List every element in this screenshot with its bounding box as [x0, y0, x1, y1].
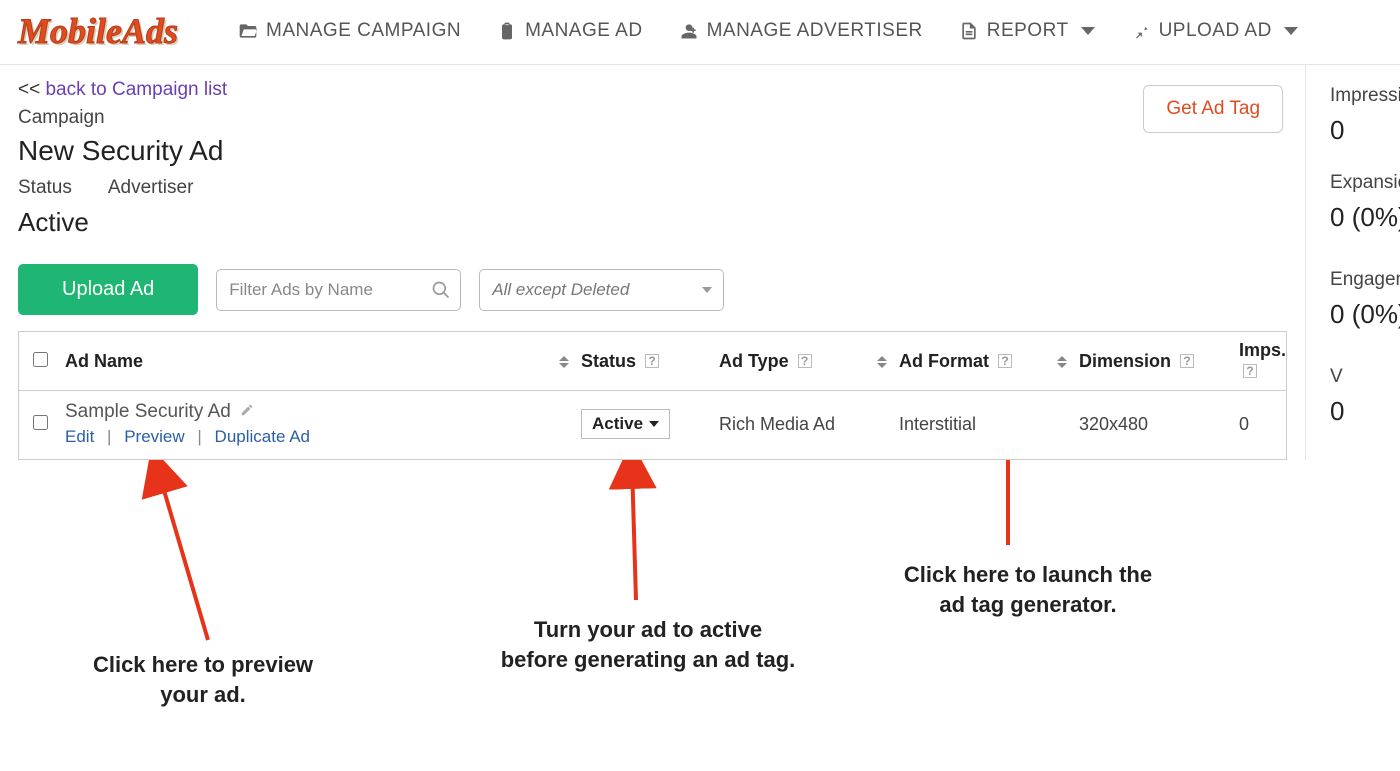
filter-wrap	[216, 269, 461, 311]
row-actions: Edit | Preview | Duplicate Ad	[65, 427, 581, 447]
user-plus-icon	[679, 21, 699, 41]
annotations: Click here to preview your ad. Turn your…	[0, 460, 1400, 760]
expansion-label: Expansion	[1330, 172, 1400, 194]
sort-icon[interactable]	[877, 356, 887, 368]
engagement-label: Engagement	[1330, 269, 1400, 291]
callout-tag: Click here to launch the ad tag generato…	[878, 560, 1178, 619]
filter-select[interactable]: All except Deleted	[479, 269, 724, 311]
table-header: Ad Name Status ? Ad Type ? Ad Format ?	[19, 332, 1286, 391]
clipboard-icon	[497, 21, 517, 41]
status-dropdown[interactable]: Active	[581, 409, 670, 439]
get-ad-tag-button[interactable]: Get Ad Tag	[1143, 85, 1283, 133]
pin-icon	[1131, 21, 1151, 41]
extra-metric-value: 0	[1330, 396, 1350, 427]
main-nav: MANAGE CAMPAIGN MANAGE AD MANAGE ADVERTI…	[238, 20, 1382, 42]
pencil-icon[interactable]	[240, 403, 254, 417]
edit-link[interactable]: Edit	[65, 427, 94, 446]
nav-manage-ad[interactable]: MANAGE AD	[497, 20, 642, 42]
help-icon[interactable]: ?	[1180, 354, 1194, 368]
impressions-value: 0	[1330, 115, 1400, 146]
cell-type: Rich Media Ad	[719, 414, 899, 435]
nav-report[interactable]: REPORT	[959, 20, 1095, 42]
nav-manage-advertiser[interactable]: MANAGE ADVERTISER	[679, 20, 923, 42]
engagement-value: 0 (0%)	[1330, 299, 1400, 330]
campaign-label: Campaign	[18, 107, 1287, 129]
cell-format: Interstitial	[899, 414, 1079, 435]
help-icon[interactable]: ?	[645, 354, 659, 368]
nav-upload-ad[interactable]: UPLOAD AD	[1131, 20, 1298, 42]
help-icon[interactable]: ?	[998, 354, 1012, 368]
campaign-panel: << back to Campaign list Campaign New Se…	[0, 65, 1306, 460]
filter-input[interactable]	[216, 269, 461, 311]
chevron-down-icon	[649, 421, 659, 427]
chevron-down-icon	[1284, 27, 1298, 35]
sort-icon[interactable]	[1057, 356, 1067, 368]
folder-open-icon	[238, 21, 258, 41]
ads-table: Ad Name Status ? Ad Type ? Ad Format ?	[18, 331, 1287, 460]
advertiser-label: Advertiser	[108, 177, 194, 199]
preview-link[interactable]: Preview	[124, 427, 184, 446]
select-all-checkbox[interactable]	[33, 352, 48, 367]
document-icon	[959, 21, 979, 41]
impressions-label: Impressions	[1330, 85, 1400, 107]
cell-imps: 0	[1239, 414, 1286, 435]
top-navbar: MobileAds MANAGE CAMPAIGN MANAGE AD MANA…	[0, 0, 1400, 65]
breadcrumb: << back to Campaign list	[18, 79, 1287, 101]
info-labels: Status Advertiser	[18, 177, 1287, 199]
metrics-panel: Impressions 0 Expansion 0 (0%) Engagemen…	[1306, 65, 1400, 460]
upload-ad-button[interactable]: Upload Ad	[18, 264, 198, 315]
col-format-label: Ad Format	[899, 351, 989, 371]
col-status-label: Status	[581, 351, 636, 371]
status-value: Active	[18, 207, 1287, 238]
expansion-value: 0 (0%)	[1330, 202, 1400, 233]
content-area: << back to Campaign list Campaign New Se…	[0, 65, 1400, 460]
col-name-label: Ad Name	[65, 351, 143, 371]
help-icon[interactable]: ?	[798, 354, 812, 368]
chevron-down-icon	[702, 287, 712, 293]
back-arrows: <<	[18, 79, 40, 100]
sort-icon[interactable]	[559, 356, 569, 368]
callout-preview: Click here to preview your ad.	[73, 650, 333, 709]
logo: MobileAds	[18, 10, 178, 52]
filter-select-value: All except Deleted	[479, 269, 724, 311]
col-type-label: Ad Type	[719, 351, 789, 371]
col-imps-label: Imps.	[1239, 340, 1286, 360]
campaign-name: New Security Ad	[18, 135, 1287, 167]
help-icon[interactable]: ?	[1243, 364, 1257, 378]
duplicate-link[interactable]: Duplicate Ad	[215, 427, 310, 446]
callout-active: Turn your ad to active before generating…	[483, 615, 813, 674]
extra-metric-label: V	[1330, 366, 1350, 388]
table-row: Sample Security Ad Edit | Preview | Dupl…	[19, 391, 1286, 459]
cell-dimension: 320x480	[1079, 414, 1239, 435]
chevron-down-icon	[1081, 27, 1095, 35]
ad-title: Sample Security Ad	[65, 401, 231, 422]
toolbar: Upload Ad All except Deleted	[18, 264, 1287, 315]
row-checkbox[interactable]	[33, 415, 48, 430]
status-label: Status	[18, 177, 72, 199]
col-dimension-label: Dimension	[1079, 351, 1171, 371]
search-icon	[431, 280, 451, 300]
nav-manage-campaign[interactable]: MANAGE CAMPAIGN	[238, 20, 461, 42]
back-link[interactable]: back to Campaign list	[45, 79, 227, 100]
